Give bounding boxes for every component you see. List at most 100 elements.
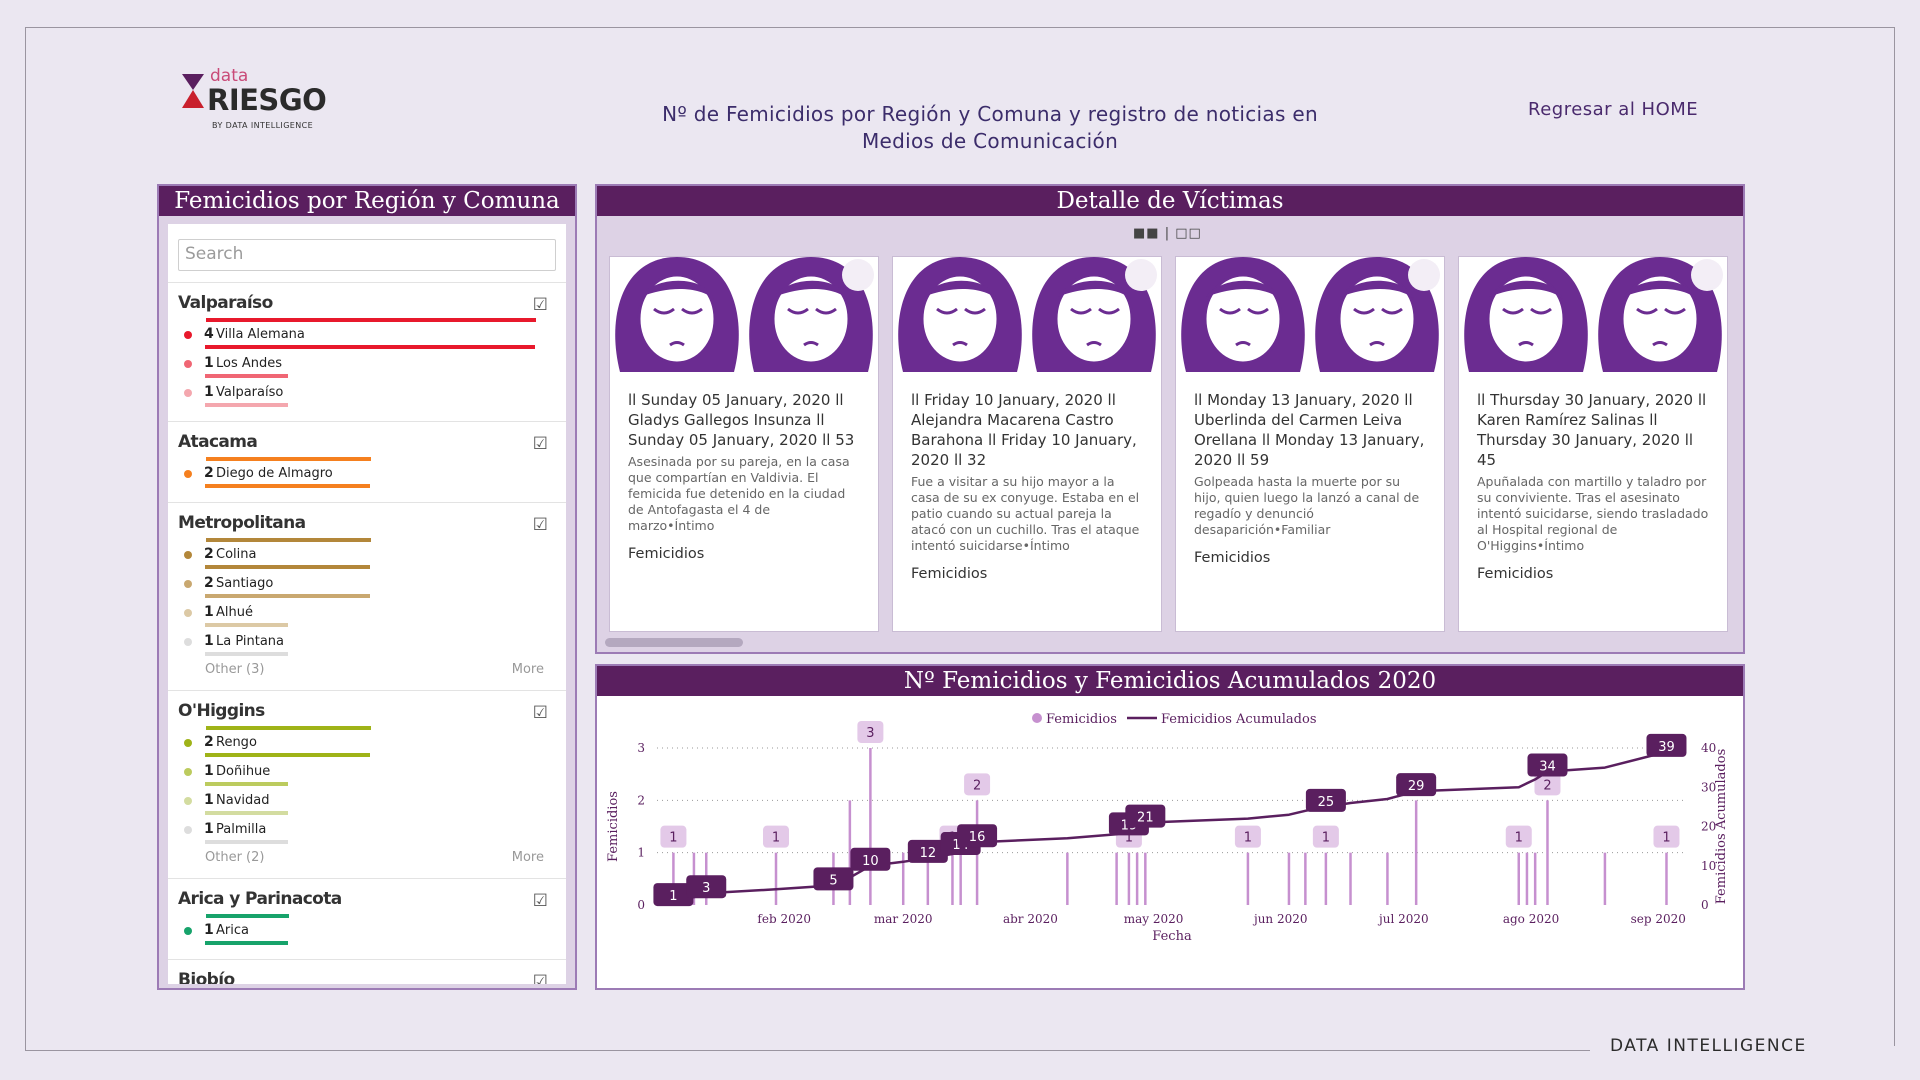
- commune-name: Arica: [216, 923, 249, 938]
- region-name[interactable]: Arica y Parinacota: [178, 889, 566, 911]
- commune-name: Navidad: [216, 793, 270, 808]
- cumulative-label: 34: [1539, 760, 1556, 775]
- commune-dot-icon: [184, 826, 192, 834]
- x-tick-label: may 2020: [1124, 912, 1184, 926]
- commune-dot-icon: [184, 927, 192, 935]
- commune-name: Los Andes: [216, 356, 283, 371]
- commune-dot-icon: [184, 797, 192, 805]
- home-link[interactable]: Regresar al HOME: [1528, 99, 1698, 120]
- commune-bar: [205, 345, 535, 349]
- cumulative-label: 16: [969, 830, 986, 845]
- checkbox-checked-icon[interactable]: ☑: [533, 703, 548, 723]
- region-name[interactable]: O'Higgins: [178, 701, 566, 723]
- checkbox-checked-icon[interactable]: ☑: [533, 515, 548, 535]
- victim-category: Femicidios: [1194, 550, 1271, 566]
- commune-bar: [205, 374, 288, 378]
- x-axis-title: Fecha: [1152, 929, 1192, 944]
- bar-label: 2: [1543, 778, 1551, 793]
- region-group[interactable]: Biobío☑1Coronel: [168, 959, 566, 984]
- region-name[interactable]: Valparaíso: [178, 293, 566, 315]
- region-name[interactable]: Metropolitana: [178, 513, 566, 535]
- commune-dot-icon: [184, 638, 192, 646]
- legend-femicidios-icon: [1032, 713, 1042, 723]
- bar-label: 1: [1515, 831, 1523, 846]
- victim-card[interactable]: ll Monday 13 January, 2020 ll Uberlinda …: [1175, 256, 1445, 632]
- commune-item[interactable]: 2 Santiago: [178, 575, 566, 604]
- region-group[interactable]: Metropolitana ☑ 2 Colina 2 Santiago 1 Alhué 1 La …: [168, 502, 566, 690]
- y-tick-label: 0: [637, 898, 645, 912]
- commune-name: Villa Alemana: [216, 327, 305, 342]
- commune-item[interactable]: 4 Villa Alemana: [178, 326, 566, 355]
- bar-label: 1: [1662, 831, 1670, 846]
- commune-bar: [205, 753, 370, 757]
- y2-axis-title: Femicidios Acumulados: [1714, 749, 1729, 905]
- commune-item[interactable]: 1 Valparaíso: [178, 384, 566, 413]
- region-group[interactable]: Atacama ☑ 2 Diego de Almagro: [168, 421, 566, 502]
- commune-bar: [205, 941, 288, 945]
- x-tick-label: feb 2020: [757, 912, 811, 926]
- commune-count: 2: [204, 546, 214, 562]
- horizontal-scrollbar[interactable]: [605, 638, 743, 647]
- commune-count: 1: [204, 355, 214, 371]
- commune-bar: [205, 840, 288, 844]
- victim-description: Asesinada por su pareja, en la casa que …: [628, 454, 850, 533]
- commune-bar: [205, 652, 288, 656]
- region-name[interactable]: Biobío: [178, 970, 566, 984]
- commune-count: 2: [204, 465, 214, 481]
- victim-illustration: [1459, 257, 1727, 372]
- region-group[interactable]: Arica y Parinacota ☑ 1 Arica: [168, 878, 566, 959]
- regions-list-container[interactable]: Search Valparaíso ☑ 4 Villa Alemana 1 Los And…: [168, 224, 566, 984]
- commune-dot-icon: [184, 360, 192, 368]
- victim-category: Femicidios: [911, 566, 988, 582]
- region-bar: [206, 726, 371, 730]
- commune-count: 1: [204, 633, 214, 649]
- region-name[interactable]: Atacama: [178, 432, 566, 454]
- more-link[interactable]: More: [512, 662, 544, 677]
- more-link[interactable]: More: [512, 850, 544, 865]
- regions-list: Valparaíso ☑ 4 Villa Alemana 1 Los Andes 1 Valp…: [168, 282, 566, 984]
- victim-card[interactable]: ll Thursday 30 January, 2020 ll Karen Ra…: [1458, 256, 1728, 632]
- search-input[interactable]: Search: [178, 239, 556, 271]
- x-tick-label: sep 2020: [1631, 912, 1686, 926]
- bar-label: 1: [1322, 831, 1330, 846]
- commune-name: Alhué: [216, 605, 253, 620]
- commune-dot-icon: [184, 331, 192, 339]
- commune-item[interactable]: 1 Palmilla: [178, 821, 566, 850]
- region-group[interactable]: Valparaíso ☑ 4 Villa Alemana 1 Los Andes 1 Valp…: [168, 282, 566, 421]
- commune-name: La Pintana: [216, 634, 285, 649]
- commune-dot-icon: [184, 551, 192, 559]
- commune-item[interactable]: 2 Rengo: [178, 734, 566, 763]
- commune-dot-icon: [184, 609, 192, 617]
- cumulative-label: 5: [829, 873, 837, 888]
- bar-label: 1: [772, 831, 780, 846]
- checkbox-checked-icon[interactable]: ☑: [533, 434, 548, 454]
- region-bar: [206, 914, 289, 918]
- victim-card[interactable]: ll Friday 10 January, 2020 ll Alejandra …: [892, 256, 1162, 632]
- commune-item[interactable]: 1 Alhué: [178, 604, 566, 633]
- checkbox-checked-icon[interactable]: ☑: [533, 891, 548, 911]
- commune-dot-icon: [184, 470, 192, 478]
- victim-description: Fue a visitar a su hijo mayor a la casa …: [911, 474, 1140, 553]
- datariesgo-logo[interactable]: data RIESGO BY DATA INTELLIGENCE: [180, 66, 380, 138]
- commune-item[interactable]: 2 Diego de Almagro: [178, 465, 566, 494]
- commune-item[interactable]: 1 Doñihue: [178, 763, 566, 792]
- victim-description: Apuñalada con martillo y taladro por su …: [1477, 474, 1709, 553]
- commune-item[interactable]: 1 La Pintana: [178, 633, 566, 662]
- commune-item[interactable]: 2 Colina: [178, 546, 566, 575]
- commune-count: 2: [204, 734, 214, 750]
- commune-name: Rengo: [216, 735, 257, 750]
- checkbox-checked-icon[interactable]: ☑: [533, 972, 548, 984]
- other-communes[interactable]: Other (3) More: [178, 662, 566, 682]
- other-communes[interactable]: Other (2) More: [178, 850, 566, 870]
- commune-bar: [205, 623, 288, 627]
- region-group[interactable]: O'Higgins ☑ 2 Rengo 1 Doñihue 1 Navidad 1 Palmill…: [168, 690, 566, 878]
- commune-item[interactable]: 1 Navidad: [178, 792, 566, 821]
- carousel-pager[interactable]: ■■ | □□: [1133, 226, 1202, 241]
- victim-card[interactable]: ll Sunday 05 January, 2020 ll Gladys Gal…: [609, 256, 879, 632]
- commune-bar: [205, 782, 288, 786]
- checkbox-checked-icon[interactable]: ☑: [533, 295, 548, 315]
- commune-item[interactable]: 1 Los Andes: [178, 355, 566, 384]
- commune-bar: [205, 594, 370, 598]
- victim-headline: ll Sunday 05 January, 2020 ll Gladys Gal…: [628, 391, 855, 449]
- commune-item[interactable]: 1 Arica: [178, 922, 566, 951]
